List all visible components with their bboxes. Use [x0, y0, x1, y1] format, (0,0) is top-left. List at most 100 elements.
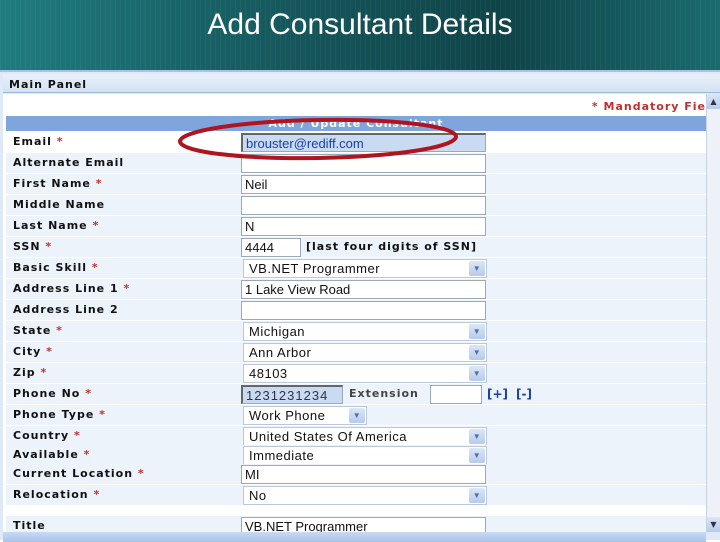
label-text: Phone No	[13, 387, 81, 400]
label-text: Email	[13, 135, 52, 148]
label-basic-skill: Basic Skill *	[13, 261, 99, 274]
selected-value: Immediate	[249, 448, 315, 463]
label-text: Address Line 2	[13, 303, 119, 316]
label-relocation: Relocation *	[13, 488, 100, 501]
chevron-down-icon[interactable]: ▼	[469, 448, 485, 463]
label-last-name: Last Name *	[13, 219, 99, 232]
address-line-2-input[interactable]	[241, 301, 486, 320]
scroll-up-icon[interactable]: ▲	[707, 94, 720, 109]
required-marker: *	[92, 219, 100, 232]
title-input[interactable]: VB.NET Programmer	[241, 517, 486, 532]
label-text: Phone Type	[13, 408, 95, 421]
form-row-alternate-email: Alternate Email	[6, 153, 706, 174]
form-row-last-name: Last Name * N	[6, 216, 706, 237]
form-row-middle-name: Middle Name	[6, 195, 706, 216]
required-marker: *	[46, 345, 53, 358]
remove-phone-link[interactable]: [-]	[516, 387, 532, 401]
chevron-down-icon[interactable]: ▼	[469, 366, 485, 381]
required-marker: *	[45, 240, 53, 253]
label-title: Title	[13, 519, 46, 532]
label-phone-type: Phone Type *	[13, 408, 106, 421]
basic-skill-select[interactable]: VB.NET Programmer ▼	[243, 259, 487, 278]
slide-title: Add Consultant Details	[207, 8, 513, 41]
form-row-ssn: SSN * 4444 [last four digits of SSN]	[6, 237, 706, 258]
form-row-available: Available * Immediate ▼	[6, 445, 706, 466]
form-row-address-line-2: Address Line 2	[6, 300, 706, 321]
required-marker: *	[83, 448, 91, 461]
chevron-down-icon[interactable]: ▼	[469, 261, 485, 276]
mandatory-note: * Mandatory Fie	[591, 100, 706, 113]
required-marker: *	[74, 429, 81, 442]
label-text: Zip	[13, 366, 36, 379]
ssn-hint: [last four digits of SSN]	[306, 240, 477, 253]
form-row-basic-skill: Basic Skill * VB.NET Programmer ▼	[6, 258, 706, 279]
extension-label: Extension	[349, 387, 419, 400]
horizontal-scrollbar[interactable]	[3, 532, 706, 542]
form-row-relocation: Relocation * No ▼	[6, 485, 706, 506]
extension-input[interactable]	[430, 385, 482, 404]
label-city: City *	[13, 345, 53, 358]
label-text: SSN	[13, 240, 41, 253]
label-middle-name: Middle Name	[13, 198, 105, 211]
selected-value: VB.NET Programmer	[249, 261, 381, 276]
label-text: Current Location	[13, 467, 134, 480]
form-row-title: Title VB.NET Programmer	[6, 516, 706, 532]
scroll-down-icon[interactable]: ▼	[707, 517, 720, 532]
alternate-email-input[interactable]	[241, 154, 486, 173]
first-name-input[interactable]: Neil	[241, 175, 486, 194]
required-marker: *	[95, 177, 103, 190]
state-select[interactable]: Michigan ▼	[243, 322, 487, 341]
chevron-down-icon[interactable]: ▼	[349, 408, 365, 423]
ssn-input[interactable]: 4444	[241, 238, 301, 257]
label-ssn: SSN *	[13, 240, 52, 253]
email-input[interactable]: brouster@rediff.com	[241, 133, 486, 152]
form-row-city: City * Ann Arbor ▼	[6, 342, 706, 363]
country-select[interactable]: United States Of America ▼	[243, 427, 487, 446]
label-text: Title	[13, 519, 46, 532]
required-marker: *	[137, 467, 145, 480]
label-text: City	[13, 345, 42, 358]
label-state: State *	[13, 324, 63, 337]
available-select[interactable]: Immediate ▼	[243, 446, 487, 465]
required-marker: *	[56, 324, 63, 337]
label-text: Available	[13, 448, 79, 461]
chevron-down-icon[interactable]: ▼	[469, 345, 485, 360]
form-row-email: Email * brouster@rediff.com	[6, 132, 706, 153]
form-row-first-name: First Name * Neil	[6, 174, 706, 195]
label-text: Middle Name	[13, 198, 106, 211]
selected-value: Ann Arbor	[249, 345, 312, 360]
form-row-current-location: Current Location * MI	[6, 464, 706, 485]
label-current-location: Current Location *	[13, 467, 145, 480]
form-row-phone-type: Phone Type * Work Phone ▼	[6, 405, 706, 426]
selected-value: 48103	[249, 366, 288, 381]
address-line-1-input[interactable]: 1 Lake View Road	[241, 280, 486, 299]
zip-select[interactable]: 48103 ▼	[243, 364, 487, 383]
label-first-name: First Name *	[13, 177, 103, 190]
label-text: Last Name	[13, 219, 88, 232]
chevron-down-icon[interactable]: ▼	[469, 429, 485, 444]
city-select[interactable]: Ann Arbor ▼	[243, 343, 487, 362]
selected-value: No	[249, 488, 267, 503]
label-text: Relocation	[13, 488, 89, 501]
selected-value: Michigan	[249, 324, 306, 339]
label-text: Address Line 1	[13, 282, 119, 295]
form-row-state: State * Michigan ▼	[6, 321, 706, 342]
selected-value: United States Of America	[249, 429, 407, 444]
required-marker: *	[93, 488, 101, 501]
chevron-down-icon[interactable]: ▼	[469, 488, 485, 503]
relocation-select[interactable]: No ▼	[243, 486, 487, 505]
phone-type-select[interactable]: Work Phone ▼	[243, 406, 367, 425]
vertical-scrollbar[interactable]: ▲ ▼	[706, 94, 720, 532]
label-text: Country	[13, 429, 70, 442]
phone-input[interactable]: 1231231234	[241, 385, 343, 404]
label-text: Alternate Email	[13, 156, 125, 169]
label-email: Email *	[13, 135, 64, 148]
add-phone-link[interactable]: [+]	[487, 387, 508, 401]
last-name-input[interactable]: N	[241, 217, 486, 236]
middle-name-input[interactable]	[241, 196, 486, 215]
chevron-down-icon[interactable]: ▼	[469, 324, 485, 339]
current-location-input[interactable]: MI	[241, 465, 486, 484]
required-marker: *	[56, 135, 64, 148]
label-text: Basic Skill	[13, 261, 88, 274]
required-marker: *	[123, 282, 131, 295]
